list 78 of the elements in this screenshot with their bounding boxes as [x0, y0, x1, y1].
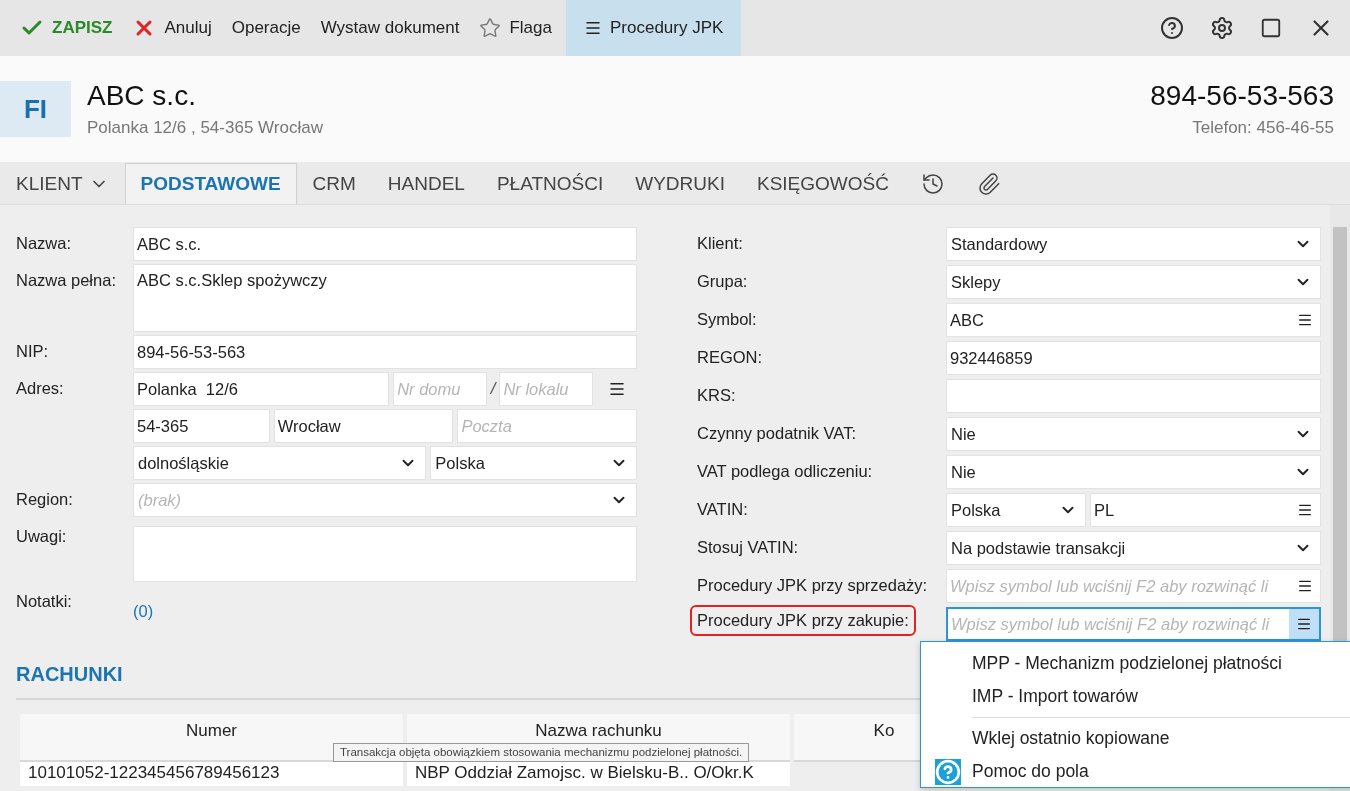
toolbar-button[interactable]: Operacje — [221, 0, 311, 56]
save-button[interactable]: ZAPISZ — [10, 0, 123, 56]
field-label: Grupa: — [697, 271, 748, 291]
tab[interactable]: CRM — [296, 163, 372, 204]
text-field[interactable]: 54-365 — [133, 409, 270, 443]
lookup-field[interactable]: PL — [1089, 493, 1321, 527]
table-cell: NBP Oddział Zamojsc. w Bielsku-B.. O/Okr.K — [407, 762, 790, 786]
field-label: Procedury JPK przy zakupie: — [690, 605, 916, 636]
dropdown-field[interactable]: Nie — [946, 417, 1321, 451]
tab[interactable]: HANDEL — [371, 163, 481, 204]
field-label: Adres: — [16, 378, 64, 398]
text-input[interactable]: Wpisz symbol lub wciśnij F2 aby rozwinąć li — [948, 609, 1289, 639]
separator-text: / — [490, 379, 496, 399]
list-button[interactable] — [1289, 609, 1319, 639]
toolbar-button[interactable]: Wystaw dokument — [310, 0, 470, 56]
field-label: Nazwa pełna: — [16, 270, 116, 290]
tab[interactable]: WYDRUKI — [619, 163, 741, 204]
notes-link[interactable]: (0) — [133, 595, 154, 621]
cancel-button[interactable]: Anuluj — [122, 0, 222, 56]
field-label: KRS: — [697, 385, 736, 405]
field-label: Klient: — [697, 233, 743, 253]
text-field[interactable]: 932446859 — [946, 341, 1321, 375]
history-icon — [920, 172, 945, 196]
menu-icon — [608, 380, 626, 398]
tooltip: Transakcja objęta obowiązkiem stosowania mechanizmu podzielonej płatności. — [333, 743, 750, 762]
dropdown-field[interactable]: Polska — [430, 446, 637, 480]
dropdown-field[interactable]: Sklepy — [946, 265, 1321, 299]
text-field[interactable] — [946, 379, 1321, 413]
menu-icon — [1297, 578, 1313, 594]
table-cell: 10101052-122345456789456123 — [20, 762, 403, 786]
star-icon — [479, 17, 502, 39]
text-field[interactable]: Polanka 12/6 — [133, 372, 390, 406]
tab[interactable]: PŁATNOŚCI — [480, 163, 620, 204]
dropdown-field[interactable]: Nie — [946, 455, 1321, 489]
menu-icon — [1297, 502, 1313, 518]
toolbar-button[interactable]: Flaga — [469, 0, 562, 56]
text-field[interactable]: ABC s.c. — [133, 227, 637, 261]
text-field[interactable]: Wrocław — [273, 409, 454, 443]
menu-icon — [1296, 616, 1312, 632]
tab[interactable]: KSIĘGOWOŚĆ — [740, 163, 905, 204]
text-field[interactable]: Nr lokalu — [499, 372, 593, 406]
field-label: REGON: — [697, 347, 763, 367]
entity-badge: FI — [0, 81, 71, 137]
text-field[interactable]: 894-56-53-563 — [133, 335, 637, 369]
help-icon — [935, 759, 961, 785]
paperclip-icon — [976, 172, 1001, 196]
field-label: Uwagi: — [16, 526, 67, 546]
help-icon[interactable] — [1160, 16, 1184, 40]
maximize-icon[interactable] — [1260, 17, 1282, 39]
text-field[interactable]: Poczta — [457, 409, 637, 443]
menu-icon — [1297, 312, 1313, 328]
field-label: NIP: — [16, 341, 49, 361]
field-label: Procedury JPK przy sprzedaży: — [697, 575, 928, 595]
client-address: Polanka 12/6 , 54-365 Wrocław — [87, 118, 323, 138]
tab[interactable]: PODSTAWOWE — [124, 163, 297, 204]
dropdown-field[interactable]: Na podstawie transakcji — [946, 531, 1321, 565]
field-label: Region: — [16, 489, 73, 509]
text-area[interactable]: ABC s.c.Sklep spożywczy — [133, 264, 637, 332]
field-label: Symbol: — [697, 309, 757, 329]
lookup-field[interactable]: Wpisz symbol lub wciśnij F2 aby rozwinąć li — [946, 607, 1321, 641]
menu-icon — [583, 19, 602, 37]
client-name: ABC s.c. — [87, 80, 197, 112]
dropdown-field[interactable]: dolnośląskie — [133, 446, 427, 480]
tax-number: 894-56-53-563 — [1150, 80, 1334, 112]
field-label: Notatki: — [16, 591, 72, 611]
field-label: Nazwa: — [16, 233, 72, 253]
field-label: Stosuj VATIN: — [697, 537, 799, 557]
dropdown-field[interactable]: Polska — [946, 493, 1086, 527]
text-input[interactable]: PL — [1090, 494, 1290, 526]
toolbar-button[interactable]: Procedury JPK — [565, 0, 742, 56]
dropdown-field[interactable]: Standardowy — [946, 227, 1321, 261]
phone-number: Telefon: 456-46-55 — [1192, 118, 1334, 138]
tab[interactable]: KLIENT — [0, 163, 125, 204]
field-label: Czynny podatnik VAT: — [697, 423, 856, 443]
field-label: VAT podlega odliczeniu: — [697, 461, 873, 481]
text-field[interactable]: Nr domu — [393, 372, 487, 406]
settings-icon[interactable] — [1210, 16, 1234, 40]
field-label: VATIN: — [697, 499, 748, 519]
